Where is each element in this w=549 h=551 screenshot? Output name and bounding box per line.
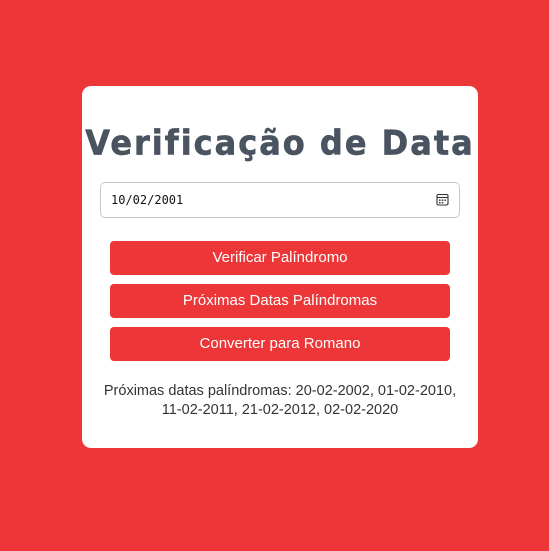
date-input-value[interactable]: 10/02/2001 [111, 193, 183, 207]
date-check-card: Verificação de Data 10/02/2001 Verificar… [82, 86, 478, 448]
convert-roman-button[interactable]: Converter para Romano [110, 327, 450, 361]
calendar-icon[interactable] [436, 193, 449, 206]
result-text: Próximas datas palíndromas: 20-02-2002, … [92, 382, 468, 420]
date-input[interactable]: 10/02/2001 [100, 182, 460, 218]
next-palindrome-dates-button[interactable]: Próximas Datas Palíndromas [110, 284, 450, 318]
verify-palindrome-button[interactable]: Verificar Palíndromo [110, 241, 450, 275]
result-line-2: 11-02-2011, 21-02-2012, 02-02-2020 [161, 402, 399, 418]
page-title: Verificação de Data [85, 123, 475, 164]
result-line-1: Próximas datas palíndromas: 20-02-2002, … [103, 383, 457, 399]
